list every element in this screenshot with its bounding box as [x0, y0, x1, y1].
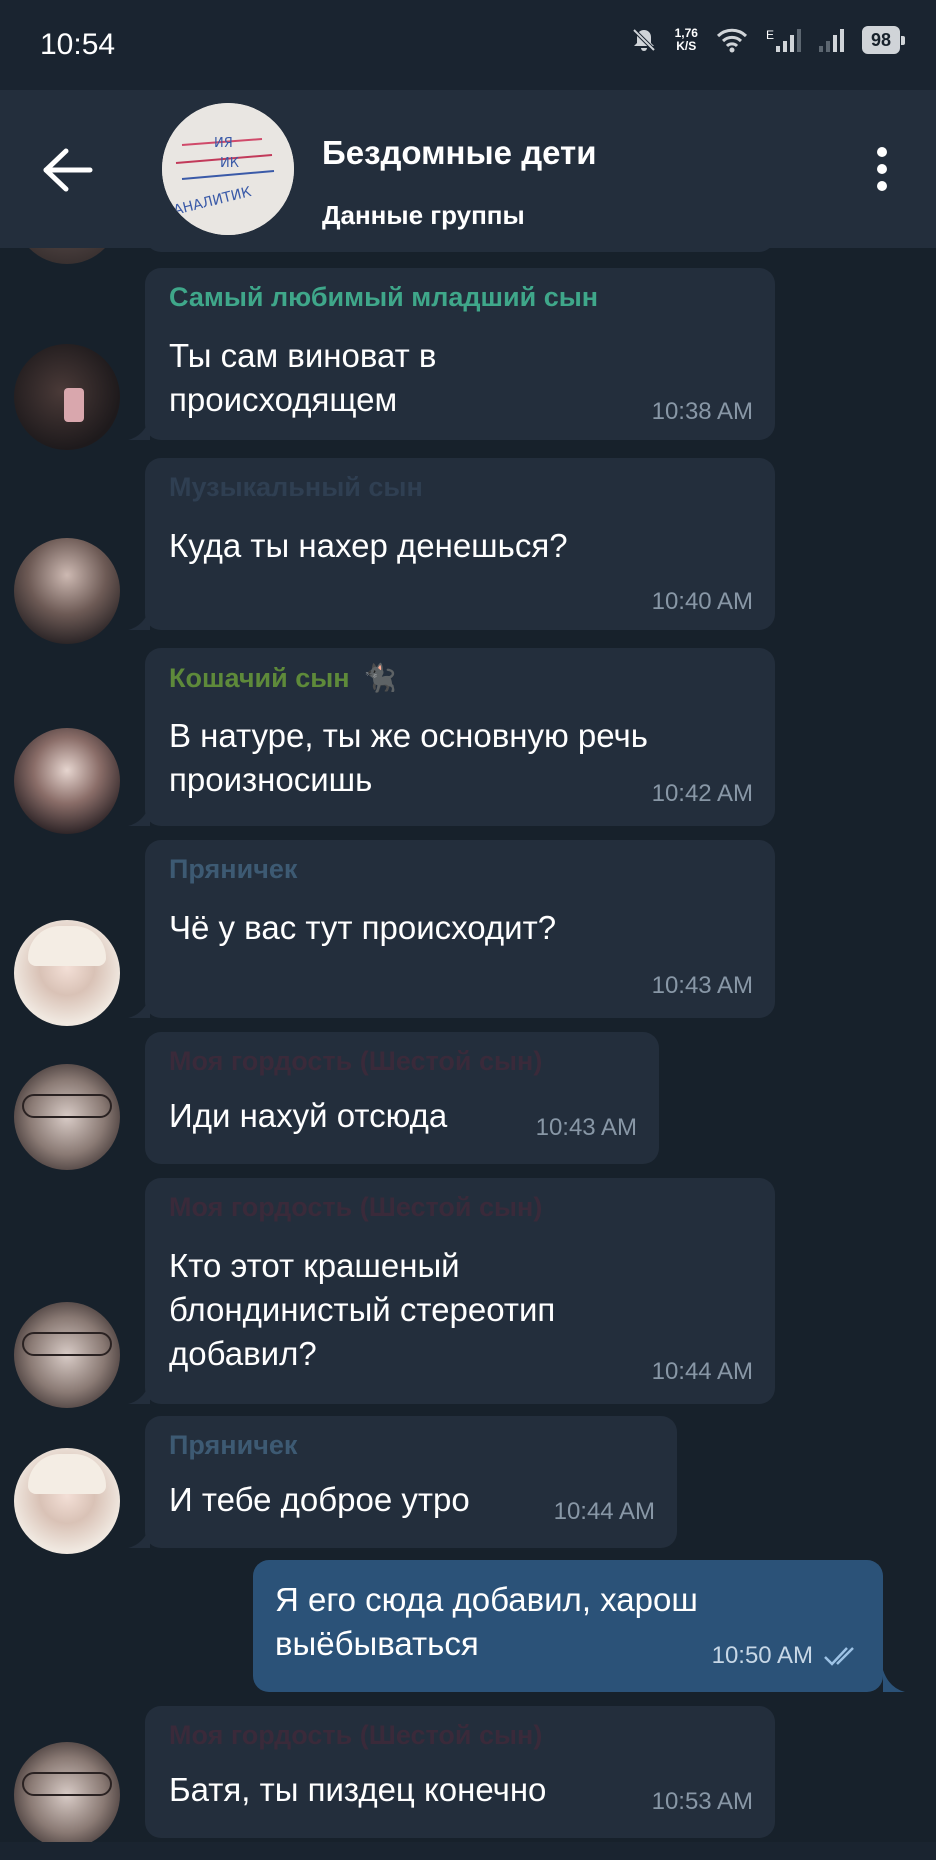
message-text: И тебе доброе утро	[169, 1481, 470, 1518]
message-time: 10:38 AM	[651, 398, 753, 425]
message-sender[interactable]: Пряничек	[169, 854, 297, 885]
group-title[interactable]: Бездомные дети	[322, 134, 597, 172]
message-text: Я его сюда добавил, харош выёбываться	[275, 1581, 698, 1662]
status-time: 10:54	[40, 28, 116, 61]
message-bubble[interactable]: Кошачий сын 🐈‍⬛ В натуре, ты же основную…	[145, 648, 775, 826]
avatar[interactable]	[14, 1064, 120, 1170]
message-sender[interactable]: Пряничек	[169, 1430, 297, 1461]
message-bubble[interactable]: Музыкальный сын Куда ты нахер денешься? …	[145, 458, 775, 630]
network-speed: 1,76 K/S	[674, 26, 698, 53]
message-bubble[interactable]: Моя гордость (Шестой сын) Иди нахуй отсю…	[145, 1032, 659, 1164]
status-bar: 10:54 1,76 K/S E 98	[0, 0, 936, 90]
message-bubble[interactable]: Моя гордость (Шестой сын) Батя, ты пизде…	[145, 1706, 775, 1838]
message-bubble[interactable]: Пряничек И тебе доброе утро 10:44 AM	[145, 1416, 677, 1548]
message-text: Чё у вас тут происходит?	[169, 909, 557, 946]
message-text: Куда ты нахер денешься?	[169, 527, 568, 564]
avatar[interactable]	[14, 920, 120, 1026]
message-time: 10:53 AM	[651, 1788, 753, 1815]
group-subtitle: Данные группы	[322, 200, 525, 230]
signal-icon: E	[766, 28, 801, 52]
message-time: 10:44 AM	[553, 1498, 655, 1525]
avatar[interactable]	[14, 538, 120, 644]
message-sender[interactable]: Моя гордость (Шестой сын)	[169, 1720, 542, 1751]
message-sender[interactable]: Кошачий сын 🐈‍⬛	[169, 662, 397, 694]
wifi-icon	[716, 28, 748, 53]
message-time: 10:40 AM	[651, 588, 753, 615]
avatar[interactable]	[14, 728, 120, 834]
message-text: Кто этот крашеный блондинистый стереотип…	[169, 1247, 556, 1372]
message-sender[interactable]: Музыкальный сын	[169, 472, 423, 503]
avatar[interactable]	[14, 1448, 120, 1554]
signal-icon-2	[818, 28, 844, 52]
outgoing-message-bubble[interactable]: Я его сюда добавил, харош выёбываться 10…	[253, 1560, 883, 1692]
message-bubble[interactable]: Самый любимый младший сын Ты сам виноват…	[145, 268, 775, 440]
message-sender[interactable]: Моя гордость (Шестой сын)	[169, 1046, 542, 1077]
svg-text:ИЯ: ИЯ	[214, 136, 233, 151]
double-check-read-icon	[824, 1647, 854, 1666]
message-time: 10:43 AM	[535, 1114, 637, 1141]
message-sender[interactable]: Самый любимый младший сын	[169, 282, 598, 313]
group-avatar[interactable]: ИЯ ИК АНАЛИТИК	[162, 103, 294, 235]
back-arrow-icon[interactable]	[40, 145, 96, 195]
avatar[interactable]	[14, 344, 120, 450]
message-bubble[interactable]: Моя гордость (Шестой сын) Кто этот краше…	[145, 1178, 775, 1404]
bubble-tail	[128, 418, 150, 440]
message-list[interactable]: Самый любимый младший сын Ты сам виноват…	[0, 248, 936, 1860]
status-icons: 1,76 K/S E 98	[631, 26, 906, 54]
message-bubble[interactable]: Пряничек Чё у вас тут происходит? 10:43 …	[145, 840, 775, 1018]
battery-icon: 98	[861, 26, 906, 54]
message-text: Иди нахуй отсюда	[169, 1097, 448, 1134]
message-time: 10:42 AM	[651, 780, 753, 807]
bubble-tail	[128, 804, 150, 826]
message-time: 10:50 AM	[711, 1642, 813, 1669]
message-text: Ты сам виноват в происходящем	[169, 337, 437, 418]
bubble-tail	[128, 1526, 150, 1548]
message-time: 10:44 AM	[651, 1358, 753, 1385]
previous-message-bubble	[145, 248, 775, 252]
avatar	[14, 248, 120, 264]
more-options-icon[interactable]	[872, 144, 892, 194]
bottom-edge	[0, 1842, 936, 1860]
message-sender[interactable]: Моя гордость (Шестой сын)	[169, 1192, 542, 1223]
avatar[interactable]	[14, 1742, 120, 1848]
avatar[interactable]	[14, 1302, 120, 1408]
mute-icon	[632, 28, 656, 52]
bubble-tail-out	[883, 1670, 905, 1692]
chat-header: ИЯ ИК АНАЛИТИК Бездомные дети Данные гру…	[0, 90, 936, 248]
bubble-tail	[128, 1382, 150, 1404]
message-time: 10:43 AM	[651, 972, 753, 999]
svg-text:ИК: ИК	[220, 156, 239, 171]
bubble-tail	[128, 608, 150, 630]
cat-emoji-icon: 🐈‍⬛	[363, 663, 397, 693]
message-text: Батя, ты пиздец конечно	[169, 1771, 547, 1808]
bubble-tail	[128, 996, 150, 1018]
